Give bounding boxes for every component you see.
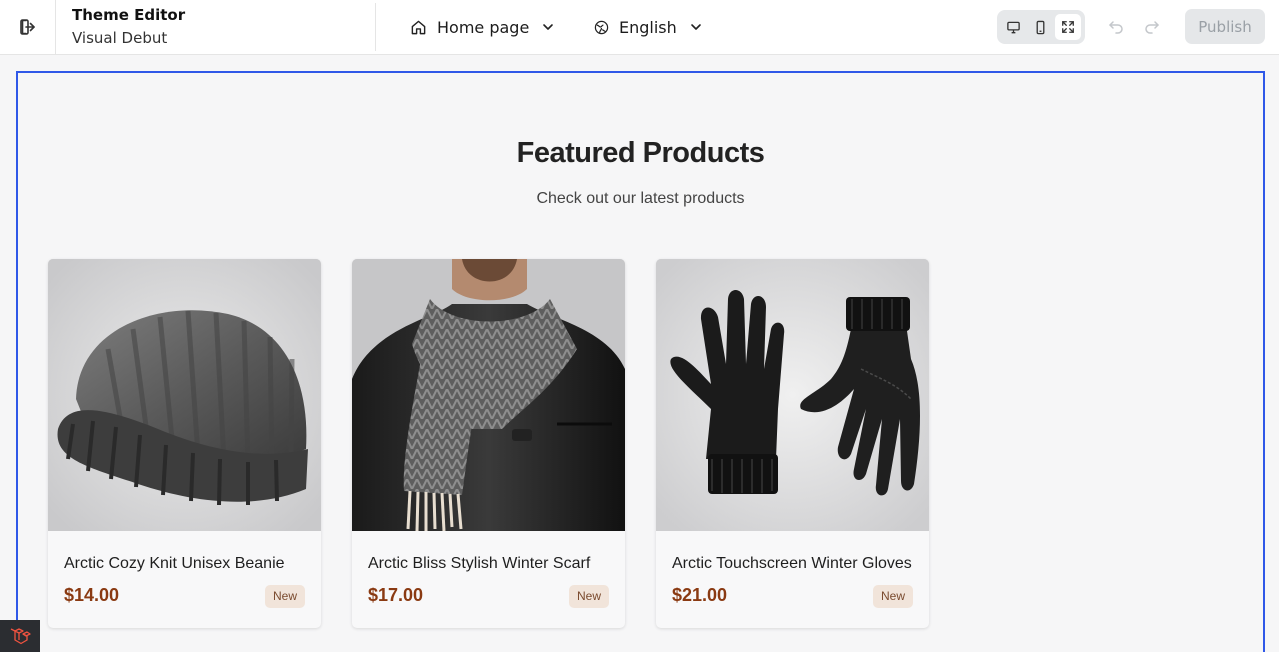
product-image-scarf (352, 259, 625, 531)
section-title: Featured Products (516, 137, 765, 169)
section-subtitle: Check out our latest products (536, 190, 745, 207)
mobile-icon (1037, 20, 1045, 34)
home-icon (411, 20, 426, 34)
redo-icon (1145, 21, 1159, 34)
framework-logo[interactable] (0, 620, 40, 652)
new-badge: New (872, 585, 913, 608)
app-title: Theme Editor (72, 6, 186, 24)
device-mode-switcher (997, 10, 1085, 44)
laravel-logo-icon (10, 628, 31, 645)
redo-button[interactable] (1143, 17, 1163, 37)
chevron-down-icon (543, 24, 554, 30)
product-image-gloves (656, 259, 929, 531)
product-price: $21.00 (672, 585, 728, 605)
fullscreen-icon (1062, 21, 1075, 33)
product-name: Arctic Bliss Stylish Winter Scarf (368, 555, 591, 572)
scarf-image (352, 259, 625, 531)
toolbar-divider (375, 3, 376, 51)
product-price: $17.00 (368, 585, 424, 605)
undo-button[interactable] (1107, 17, 1127, 37)
undo-icon (1109, 21, 1123, 34)
fullscreen-view-button[interactable] (1055, 14, 1082, 40)
product-card[interactable]: Arctic Cozy Knit Unisex Beanie $14.00 Ne… (48, 259, 321, 628)
page-selector-label: Home page (437, 17, 530, 37)
editor-toolbar: Theme Editor Visual Debut Home page Engl… (0, 0, 1279, 55)
title-block: Theme Editor Visual Debut (72, 5, 372, 48)
product-image-beanie (48, 259, 321, 531)
gloves-image (656, 259, 929, 531)
theme-name: Visual Debut (72, 29, 168, 47)
desktop-view-button[interactable] (1001, 14, 1027, 40)
desktop-icon (1007, 21, 1020, 33)
product-price: $14.00 (64, 585, 120, 605)
product-card[interactable]: Arctic Bliss Stylish Winter Scarf $17.00… (352, 259, 625, 628)
exit-editor-button[interactable] (0, 0, 56, 54)
chevron-down-icon (690, 24, 701, 30)
language-selector-label: English (619, 17, 677, 37)
new-badge: New (568, 585, 609, 608)
beanie-image (48, 259, 321, 531)
product-name: Arctic Cozy Knit Unisex Beanie (64, 555, 285, 572)
product-card[interactable]: Arctic Touchscreen Winter Gloves $21.00 … (656, 259, 929, 628)
globe-icon (594, 20, 609, 34)
product-name: Arctic Touchscreen Winter Gloves (672, 555, 912, 572)
new-badge: New (264, 585, 305, 608)
exit-icon (19, 19, 35, 35)
mobile-view-button[interactable] (1028, 14, 1054, 40)
preview-frame[interactable]: Featured Products Check out our latest p… (16, 71, 1265, 652)
publish-button[interactable]: Publish (1185, 9, 1265, 44)
language-selector[interactable]: English (594, 14, 703, 40)
page-selector[interactable]: Home page (410, 14, 555, 40)
